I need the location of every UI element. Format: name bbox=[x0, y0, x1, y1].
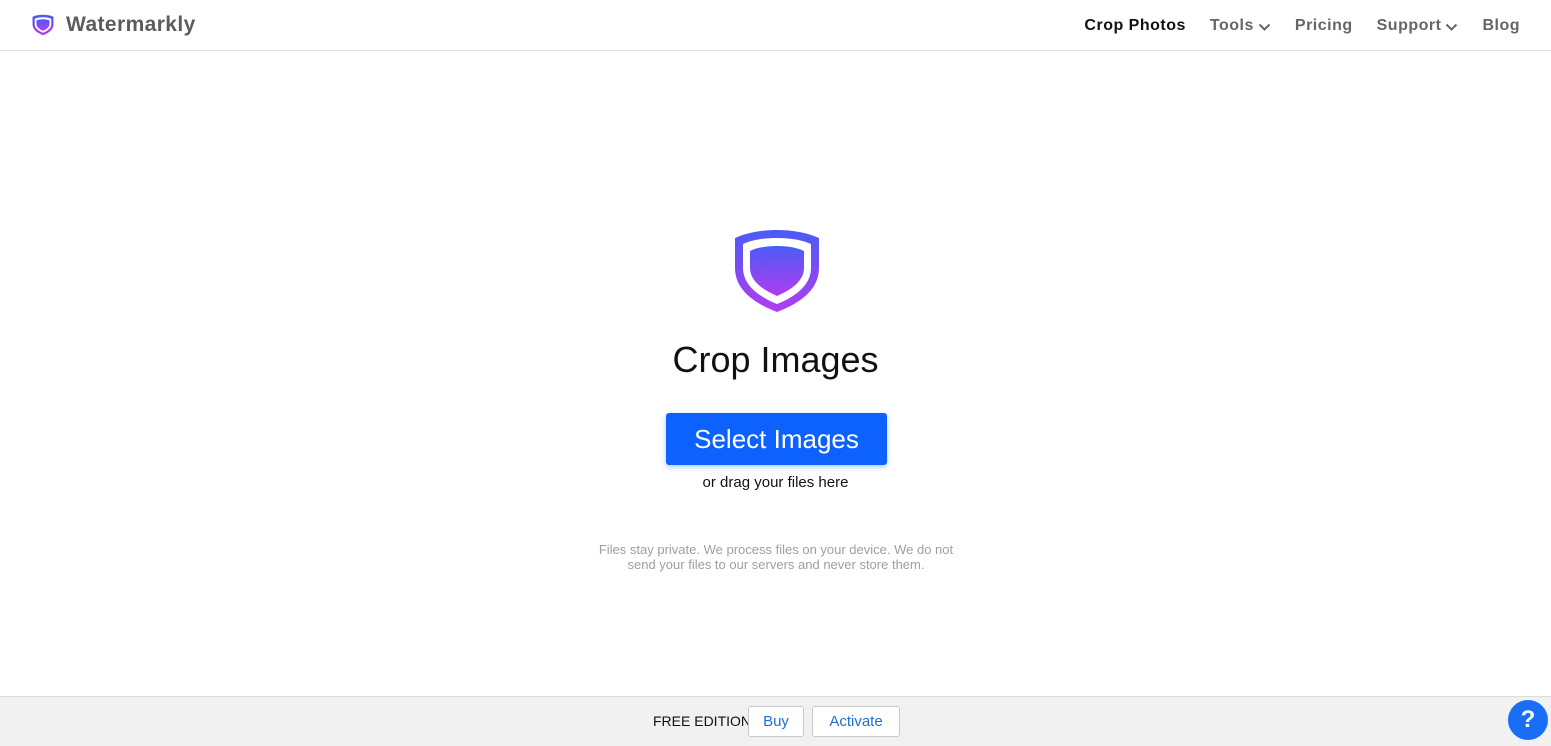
chevron-down-icon bbox=[1446, 23, 1458, 31]
question-icon: ? bbox=[1520, 706, 1536, 733]
select-images-button[interactable]: Select Images bbox=[666, 413, 887, 465]
nav-item-label: Support bbox=[1376, 17, 1442, 34]
top-navigation-bar: Watermarkly Crop Photos Tools Pricing Su… bbox=[0, 0, 1551, 51]
buy-button[interactable]: Buy bbox=[748, 706, 804, 737]
nav-item-label: Crop Photos bbox=[1084, 17, 1186, 34]
nav-item-tools[interactable]: Tools bbox=[1210, 17, 1271, 35]
nav-item-support[interactable]: Support bbox=[1377, 17, 1459, 35]
nav-item-label: Tools bbox=[1209, 17, 1254, 34]
nav-item-pricing[interactable]: Pricing bbox=[1295, 17, 1353, 35]
page-title: Crop Images bbox=[672, 339, 879, 380]
edition-label: FREE EDITION bbox=[653, 713, 752, 729]
upload-area[interactable]: Crop Images Select Images or drag your f… bbox=[0, 51, 1551, 696]
chevron-down-icon bbox=[1258, 23, 1271, 31]
drag-hint: or drag your files here bbox=[702, 474, 849, 491]
main-nav: Crop Photos Tools Pricing Support Blog bbox=[1084, 13, 1520, 39]
nav-item-label: Pricing bbox=[1294, 17, 1353, 34]
activate-button[interactable]: Activate bbox=[812, 706, 900, 737]
brand-link[interactable]: Watermarkly bbox=[32, 12, 196, 38]
brand-name: Watermarkly bbox=[66, 13, 196, 36]
shield-logo-icon bbox=[735, 230, 819, 312]
help-button[interactable]: ? bbox=[1508, 700, 1548, 740]
shield-logo-icon bbox=[32, 14, 54, 36]
nav-item-blog[interactable]: Blog bbox=[1482, 17, 1520, 35]
nav-item-label: Blog bbox=[1482, 17, 1520, 34]
privacy-note: Files stay private. We process files on … bbox=[598, 542, 954, 572]
license-bar: FREE EDITION Buy Activate bbox=[0, 696, 1551, 746]
nav-item-crop-photos[interactable]: Crop Photos bbox=[1084, 17, 1186, 35]
